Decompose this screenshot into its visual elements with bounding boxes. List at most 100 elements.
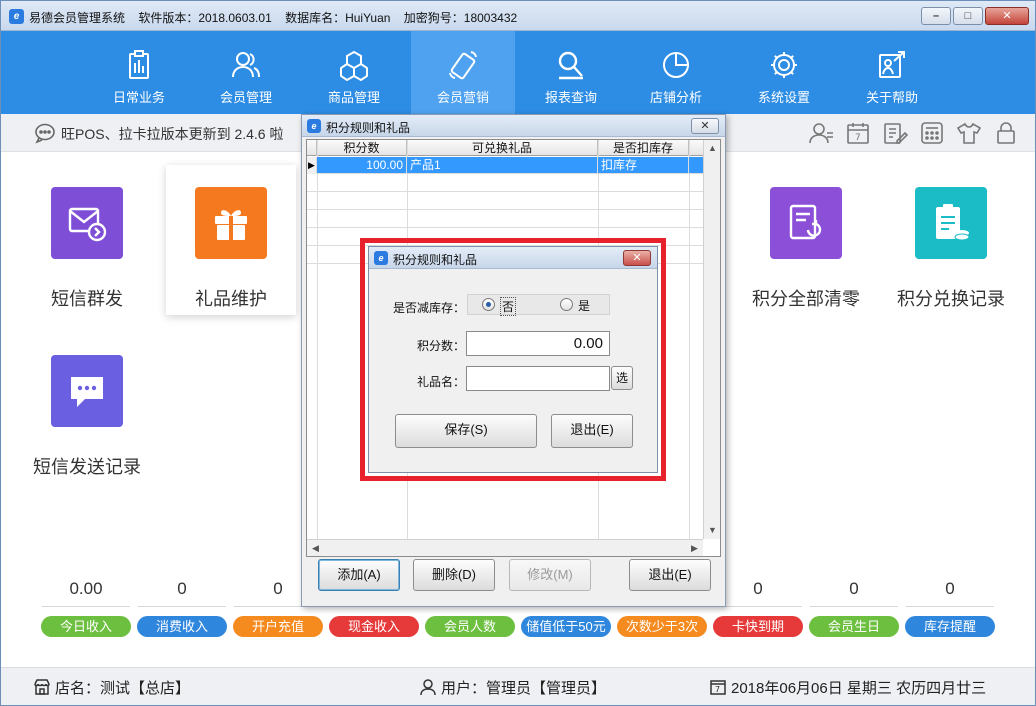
- dialog-close-button[interactable]: ✕: [691, 118, 719, 134]
- badge-low-balance[interactable]: 储值低于50元: [521, 616, 611, 637]
- cell-deduct[interactable]: 扣库存: [598, 157, 689, 174]
- points-reset-icon: [789, 204, 822, 240]
- nav-label: 会员管理: [219, 90, 272, 105]
- dialog-title: 积分规则和礼品: [326, 121, 411, 135]
- nav-item-settings[interactable]: 系统设置: [732, 31, 836, 114]
- nav-label: 报表查询: [544, 90, 597, 105]
- chat-bubble-icon: [35, 123, 55, 144]
- table-row[interactable]: ▶ 100.00 产品1 扣库存: [307, 157, 703, 174]
- badge-member-count[interactable]: 会员人数: [425, 616, 515, 637]
- minimize-button[interactable]: –: [921, 7, 951, 25]
- tile-exchange-record[interactable]: 积分兑换记录: [886, 165, 1016, 315]
- badge-today-income[interactable]: 今日收入: [41, 616, 131, 637]
- cell-gift[interactable]: 产品1: [407, 157, 598, 174]
- badge-card-expiring[interactable]: 卡快到期: [713, 616, 803, 637]
- date-text: 2018年06月06日 星期三 农历四月廿三: [731, 680, 987, 697]
- svg-text:7: 7: [715, 685, 720, 694]
- exit-button[interactable]: 退出(E): [551, 414, 633, 448]
- close-icon: ✕: [1002, 10, 1012, 22]
- nav-item-members[interactable]: 会员管理: [194, 31, 298, 114]
- gift-label: 礼品名：: [416, 375, 465, 389]
- radio-yes[interactable]: [560, 298, 573, 311]
- table-row[interactable]: [307, 193, 703, 210]
- divider: [906, 606, 994, 607]
- scroll-left-icon[interactable]: ◀: [307, 540, 324, 557]
- points-input[interactable]: 0.00: [466, 331, 610, 356]
- maximize-button[interactable]: □: [953, 7, 983, 25]
- nav-item-reports[interactable]: 报表查询: [519, 31, 623, 114]
- nav-item-help[interactable]: 关于帮助: [840, 31, 944, 114]
- badge-cash-income[interactable]: 现金收入: [329, 616, 419, 637]
- notice-text: 旺POS、拉卡拉版本更新到 2.4.6 啦: [61, 126, 284, 142]
- close-button[interactable]: ✕: [985, 7, 1029, 25]
- nav-item-marketing[interactable]: 会员营销: [411, 31, 515, 114]
- divider: [138, 606, 226, 607]
- dialog-close-button[interactable]: ✕: [623, 250, 651, 266]
- tile-label: 积分兑换记录: [897, 289, 1005, 309]
- tile-icon-box: [915, 187, 987, 259]
- radio-yes-label[interactable]: 是: [578, 297, 590, 314]
- stat-value: 0: [945, 579, 955, 598]
- tile-label: 短信发送记录: [33, 457, 141, 477]
- calendar-icon[interactable]: 7: [845, 121, 871, 145]
- nav-label: 商品管理: [327, 90, 380, 105]
- column-header[interactable]: 积分数: [317, 140, 407, 156]
- tile-sms-send[interactable]: 短信群发: [22, 165, 152, 315]
- status-bar: 店名：测试【总店】 用户：管理员【管理员】 7 2018年06月06日 星期三 农…: [1, 667, 1035, 705]
- scroll-right-icon[interactable]: ▶: [686, 540, 703, 557]
- badge-open-recharge[interactable]: 开户充值: [233, 616, 323, 637]
- column-header[interactable]: 是否扣库存: [598, 140, 689, 156]
- table-row[interactable]: [307, 211, 703, 228]
- user-text: 用户：管理员【管理员】: [441, 680, 607, 697]
- add-button[interactable]: 添加(A): [318, 559, 400, 591]
- radio-no-label[interactable]: 否: [500, 297, 517, 316]
- calculator-icon[interactable]: [919, 121, 945, 145]
- horizontal-scrollbar[interactable]: ◀ ▶: [307, 539, 703, 556]
- nav-item-goods[interactable]: 商品管理: [302, 31, 406, 114]
- member-icon[interactable]: [808, 121, 834, 145]
- users-icon: [232, 52, 260, 78]
- tile-gift-maintenance[interactable]: 礼品维护: [166, 165, 296, 315]
- title-bar: e 易德会员管理系统 软件版本：2018.0603.01 数据库名：HuiYua…: [1, 1, 1035, 31]
- exit-button[interactable]: 退出(E): [629, 559, 711, 591]
- badge-low-count[interactable]: 次数少于3次: [617, 616, 707, 637]
- badge-stock-alert[interactable]: 库存提醒: [905, 616, 995, 637]
- stat-value: 0: [849, 579, 859, 598]
- main-window: e 易德会员管理系统 软件版本：2018.0603.01 数据库名：HuiYua…: [0, 0, 1036, 706]
- nav-label: 会员营销: [436, 90, 489, 105]
- table-row[interactable]: [307, 175, 703, 192]
- save-button[interactable]: 保存(S): [395, 414, 537, 448]
- tile-icon-box: [51, 187, 123, 259]
- nav-item-analysis[interactable]: 店铺分析: [624, 31, 728, 114]
- vertical-scrollbar[interactable]: ▲ ▼: [703, 140, 720, 539]
- delete-button[interactable]: 删除(D): [413, 559, 495, 591]
- window-title: 易德会员管理系统 软件版本：2018.0603.01 数据库名：HuiYuan …: [29, 11, 518, 25]
- modify-button[interactable]: 修改(M): [509, 559, 591, 591]
- cell-points[interactable]: 100.00: [317, 157, 407, 174]
- badge-consume-income[interactable]: 消费收入: [137, 616, 227, 637]
- grid-header: 积分数 可兑换礼品 是否扣库存: [307, 140, 703, 156]
- scroll-up-icon[interactable]: ▲: [704, 140, 721, 157]
- svg-text:7: 7: [855, 133, 861, 143]
- column-header[interactable]: 可兑换礼品: [407, 140, 598, 156]
- row-pointer-icon: ▶: [307, 157, 317, 174]
- nav-label: 店铺分析: [649, 90, 702, 105]
- lock-icon[interactable]: [993, 121, 1019, 145]
- gift-icon: [215, 210, 247, 240]
- status-date: 7 2018年06月06日 星期三 农历四月廿三: [709, 677, 986, 698]
- exchange-record-icon: [936, 204, 970, 241]
- sms-send-icon: [68, 207, 107, 242]
- select-gift-button[interactable]: 选: [611, 366, 633, 390]
- radio-no[interactable]: [482, 298, 495, 311]
- tile-points-reset[interactable]: 积分全部清零: [741, 165, 871, 315]
- boxes-icon: [340, 50, 368, 81]
- gear-icon: [771, 52, 797, 78]
- scroll-down-icon[interactable]: ▼: [704, 522, 721, 539]
- shirt-icon[interactable]: [956, 121, 982, 145]
- gift-input[interactable]: [466, 366, 610, 391]
- badge-member-birthday[interactable]: 会员生日: [809, 616, 899, 637]
- stat-value: 0.00: [69, 579, 103, 598]
- tile-sms-record[interactable]: 短信发送记录: [22, 333, 152, 483]
- edit-note-icon[interactable]: [882, 121, 909, 145]
- nav-item-daily[interactable]: 日常业务: [87, 31, 191, 114]
